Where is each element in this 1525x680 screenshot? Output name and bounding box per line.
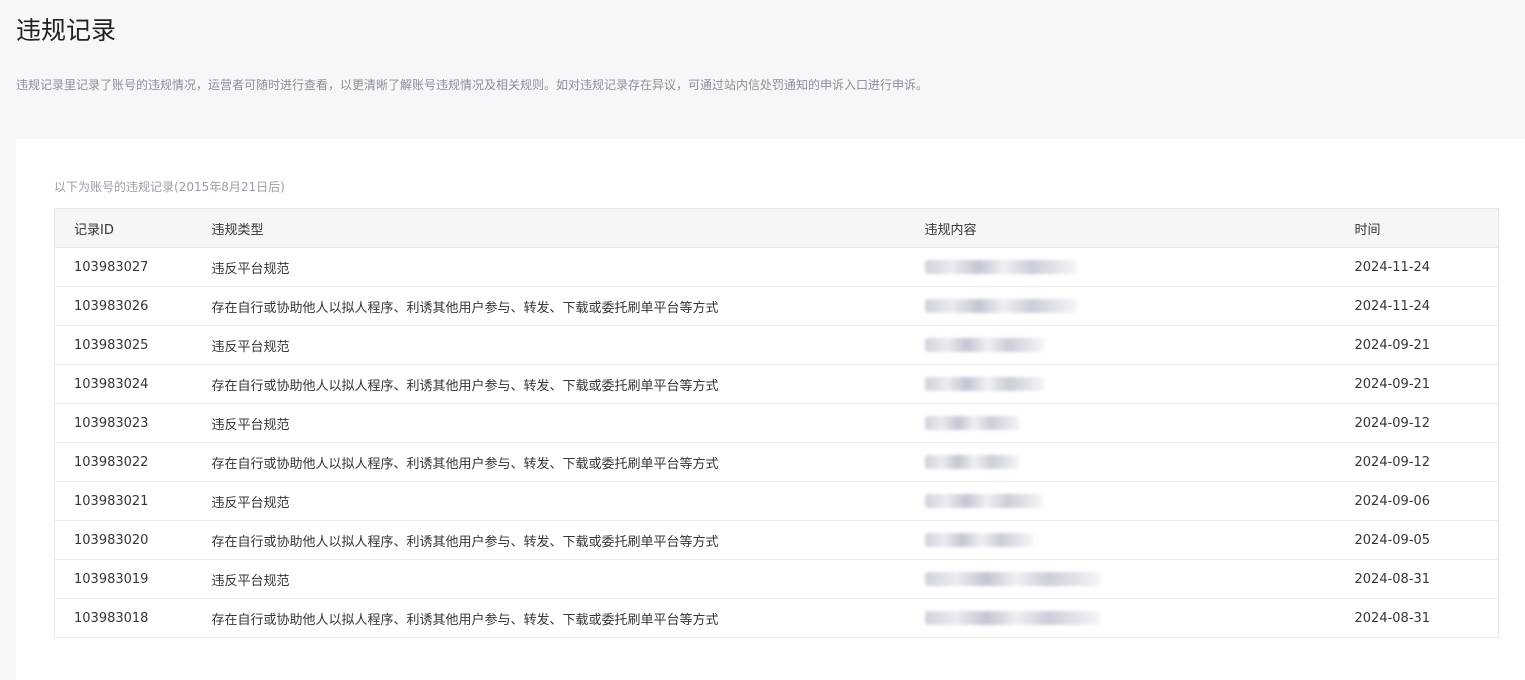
record-id: 103983018 bbox=[74, 610, 149, 626]
violation-type: 违反平台规范 bbox=[192, 481, 906, 521]
record-id: 103983026 bbox=[54, 286, 193, 326]
column-header-time: 时间 bbox=[1335, 208, 1499, 248]
record-time: 2024-08-31 bbox=[1354, 610, 1431, 626]
column-header-type: 违规类型 bbox=[192, 208, 906, 248]
record-id: 103983025 bbox=[54, 325, 193, 365]
record-id: 103983024 bbox=[54, 364, 193, 404]
violation-type: 存在自行或协助他人以拟人程序、利诱其他用户参与、转发、下载或委托刷单平台等方式 bbox=[192, 520, 906, 560]
violation-content bbox=[905, 442, 1336, 482]
table-row: 103983022 存在自行或协助他人以拟人程序、利诱其他用户参与、转发、下载或… bbox=[54, 442, 1499, 482]
redacted-content bbox=[924, 260, 1077, 274]
record-time: 2024-09-21 bbox=[1335, 325, 1499, 365]
page-description: 违规记录里记录了账号的违规情况，运营者可随时进行查看，以更清晰了解账号违规情况及… bbox=[16, 78, 929, 92]
table-row: 103983026 存在自行或协助他人以拟人程序、利诱其他用户参与、转发、下载或… bbox=[54, 286, 1499, 326]
record-time: 2024-11-24 bbox=[1335, 247, 1499, 287]
record-id: 103983020 bbox=[54, 520, 193, 560]
record-id: 103983027 bbox=[54, 247, 193, 287]
violation-type: 违反平台规范 bbox=[192, 247, 906, 287]
column-header-content: 违规内容 bbox=[905, 208, 1336, 248]
table-row: 103983027 违反平台规范 2024-11-24 bbox=[54, 247, 1499, 287]
table-caption: 以下为账号的违规记录(2015年8月21日后) bbox=[54, 180, 285, 194]
record-time: 2024-09-21 bbox=[1335, 364, 1499, 404]
violation-records-table: 记录ID 违规类型 违规内容 时间 103983027 违反平台规范 2024-… bbox=[54, 208, 1499, 638]
table-row: 103983018 存在自行或协助他人以拟人程序、利诱其他用户参与、转发、下载或… bbox=[55, 599, 1499, 638]
redacted-content bbox=[924, 572, 1101, 586]
record-id: 103983021 bbox=[54, 481, 193, 521]
record-id: 103983023 bbox=[54, 403, 193, 443]
violation-type: 存在自行或协助他人以拟人程序、利诱其他用户参与、转发、下载或委托刷单平台等方式 bbox=[192, 364, 906, 404]
record-time: 2024-09-05 bbox=[1335, 520, 1499, 560]
records-card: 以下为账号的违规记录(2015年8月21日后) 记录ID 违规类型 违规内容 时… bbox=[16, 139, 1525, 680]
redacted-content bbox=[924, 611, 1101, 625]
redacted-content bbox=[924, 494, 1043, 508]
violation-content bbox=[906, 599, 1336, 638]
violation-content bbox=[905, 247, 1336, 287]
violation-content bbox=[905, 325, 1336, 365]
violation-content bbox=[905, 286, 1336, 326]
table-row: 103983021 违反平台规范 2024-09-06 bbox=[54, 481, 1499, 521]
redacted-content bbox=[924, 416, 1020, 430]
column-header-id: 记录ID bbox=[54, 208, 193, 248]
violation-type: 存在自行或协助他人以拟人程序、利诱其他用户参与、转发、下载或委托刷单平台等方式 bbox=[211, 612, 719, 628]
table-row: 103983020 存在自行或协助他人以拟人程序、利诱其他用户参与、转发、下载或… bbox=[54, 520, 1499, 560]
record-time: 2024-08-31 bbox=[1335, 559, 1499, 599]
record-id: 103983022 bbox=[54, 442, 193, 482]
record-time: 2024-09-12 bbox=[1335, 442, 1499, 482]
violation-content bbox=[905, 520, 1336, 560]
table-row: 103983019 违反平台规范 2024-08-31 bbox=[54, 559, 1499, 599]
violation-type: 存在自行或协助他人以拟人程序、利诱其他用户参与、转发、下载或委托刷单平台等方式 bbox=[192, 286, 906, 326]
violation-content bbox=[905, 403, 1336, 443]
redacted-content bbox=[924, 533, 1033, 547]
violation-content bbox=[905, 559, 1336, 599]
record-time: 2024-09-06 bbox=[1335, 481, 1499, 521]
redacted-content bbox=[924, 377, 1045, 391]
table-row: 103983023 违反平台规范 2024-09-12 bbox=[54, 403, 1499, 443]
violation-type: 违反平台规范 bbox=[192, 325, 906, 365]
record-time: 2024-09-12 bbox=[1335, 403, 1499, 443]
page-title: 违规记录 bbox=[16, 16, 117, 45]
redacted-content bbox=[924, 299, 1077, 313]
violation-content bbox=[905, 364, 1336, 404]
violation-type: 存在自行或协助他人以拟人程序、利诱其他用户参与、转发、下载或委托刷单平台等方式 bbox=[192, 442, 906, 482]
violation-content bbox=[905, 481, 1336, 521]
violation-type: 违反平台规范 bbox=[192, 403, 906, 443]
record-id: 103983019 bbox=[54, 559, 193, 599]
table-row: 103983025 违反平台规范 2024-09-21 bbox=[54, 325, 1499, 365]
violation-type: 违反平台规范 bbox=[192, 559, 906, 599]
redacted-content bbox=[924, 455, 1020, 469]
redacted-content bbox=[924, 338, 1045, 352]
record-time: 2024-11-24 bbox=[1335, 286, 1499, 326]
table-header-row: 记录ID 违规类型 违规内容 时间 bbox=[54, 208, 1499, 248]
table-row: 103983024 存在自行或协助他人以拟人程序、利诱其他用户参与、转发、下载或… bbox=[54, 364, 1499, 404]
